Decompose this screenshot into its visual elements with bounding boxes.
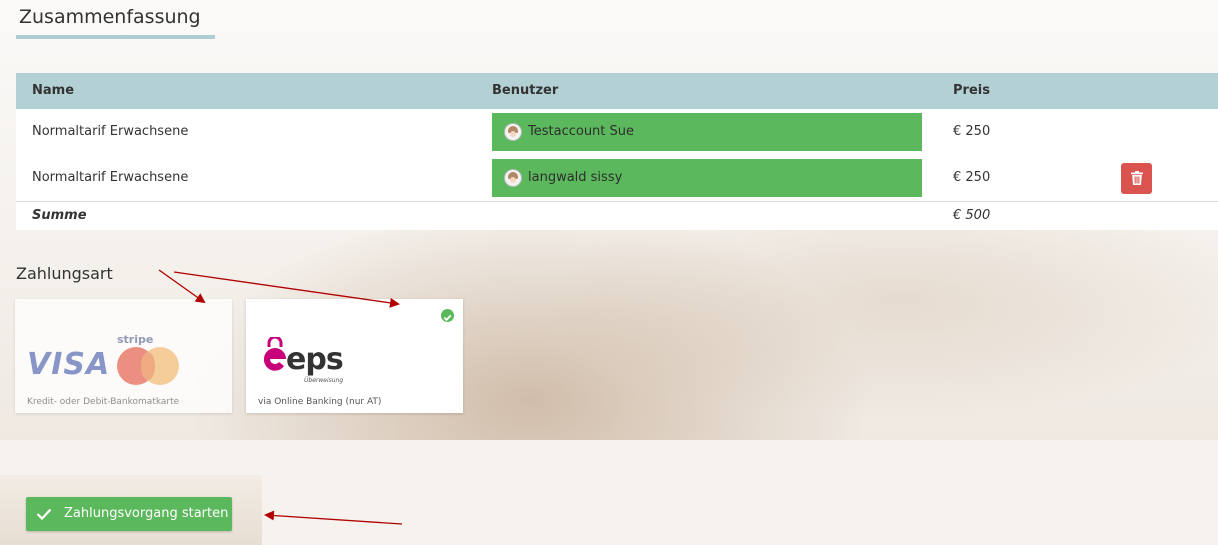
annotation-arrow	[173, 271, 400, 308]
annotation-arrows	[158, 269, 403, 525]
annotation-arrow	[264, 510, 403, 525]
